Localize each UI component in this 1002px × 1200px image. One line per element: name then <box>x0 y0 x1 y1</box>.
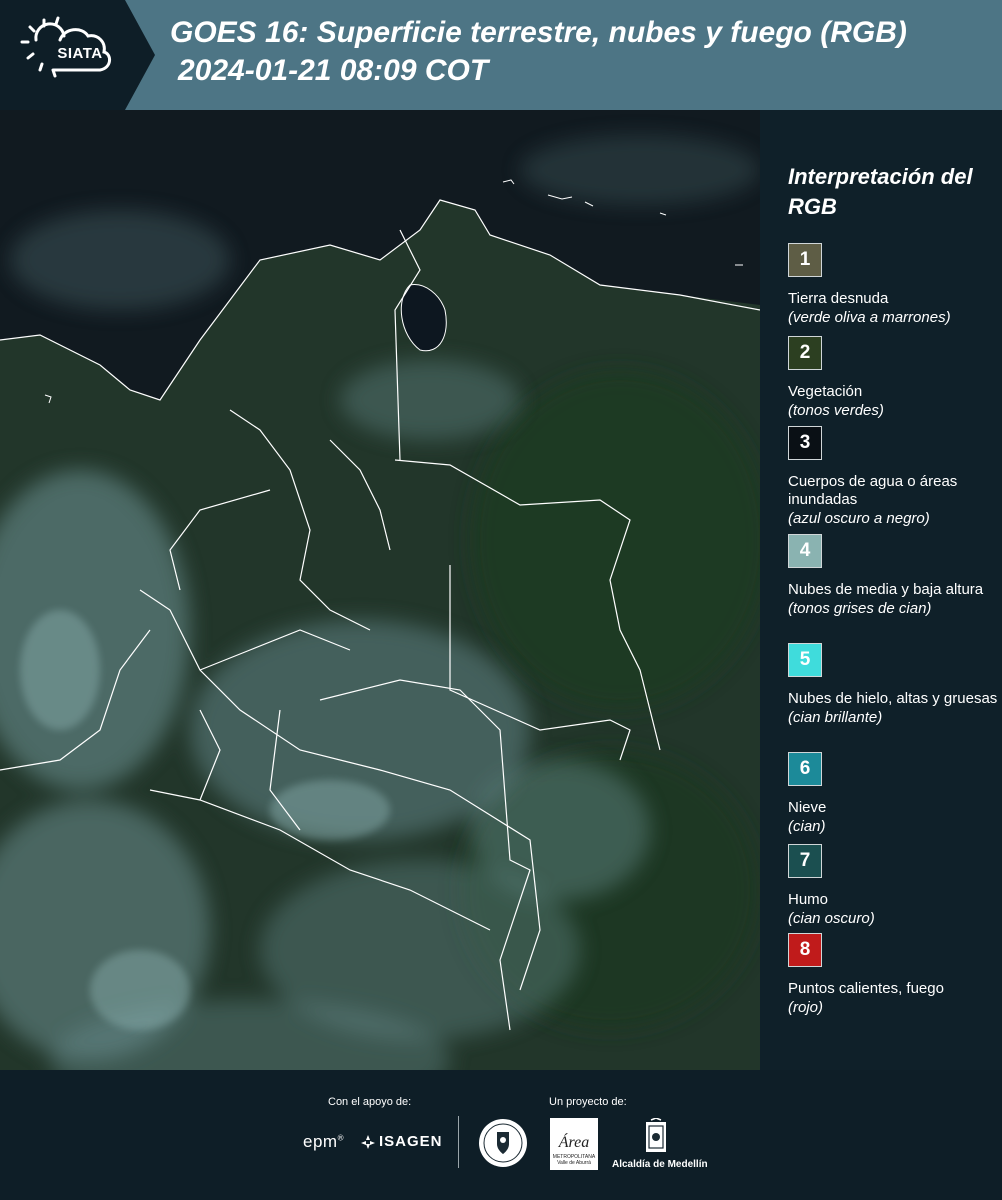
legend-item-nubes-media: 4 Nubes de media y baja altura (tonos gr… <box>788 534 998 619</box>
legend-item-nieve: 6 Nieve (cian) <box>788 752 998 837</box>
medellin-crest-icon[interactable] <box>643 1118 669 1156</box>
legend-swatch-4: 4 <box>788 534 822 568</box>
legend-item-vegetacion: 2 Vegetación (tonos verdes) <box>788 336 998 421</box>
legend-item-desc: (cian brillante) <box>788 709 883 726</box>
page-title: GOES 16: Superficie terrestre, nubes y f… <box>170 16 907 49</box>
isagen-mark-icon <box>361 1134 375 1149</box>
legend-item-desc: (rojo) <box>788 999 824 1016</box>
isagen-logo[interactable]: ISAGEN <box>360 1133 443 1150</box>
legend-item-fuego: 8 Puntos calientes, fuego (rojo) <box>788 933 998 1018</box>
legend-swatch-6: 6 <box>788 752 822 786</box>
legend-item-label: Tierra desnuda <box>788 290 889 307</box>
satellite-map[interactable] <box>0 110 760 1070</box>
legend-item-desc: (verde oliva a marrones) <box>788 309 951 326</box>
footer-divider <box>458 1116 459 1168</box>
university-seal-icon[interactable] <box>478 1118 528 1168</box>
legend-item-label: Cuerpos de agua o áreas inundadas <box>788 473 958 508</box>
legend-item-desc: (cian) <box>788 818 826 835</box>
legend-item-label: Nubes de media y baja altura <box>788 581 984 598</box>
legend-item-humo: 7 Humo (cian oscuro) <box>788 844 998 929</box>
legend-item-label: Puntos calientes, fuego <box>788 980 944 997</box>
legend-title: Interpretación del RGB <box>788 164 973 219</box>
map-graphic <box>0 110 760 1070</box>
area-logo-subtext: METROPOLITANA Valle de Aburrá <box>552 1154 596 1166</box>
area-logo-text: Área <box>558 1134 590 1151</box>
legend-swatch-7: 7 <box>788 844 822 878</box>
legend-item-cuerpos-de-agua: 3 Cuerpos de agua o áreas inundadas (azu… <box>788 426 998 529</box>
epm-logo-text: epm <box>303 1132 338 1151</box>
legend-item-desc: (tonos grises de cian) <box>788 600 932 617</box>
legend-item-label: Humo <box>788 891 829 908</box>
page-timestamp: 2024-01-21 08:09 COT <box>178 54 489 87</box>
footer-sponsors: Con el apoyo de: Un proyecto de: epm® IS… <box>0 1070 1002 1200</box>
legend-item-desc: (cian oscuro) <box>788 910 875 927</box>
legend-swatch-1: 1 <box>788 243 822 277</box>
header-bar: SIATA GOES 16: Superficie terrestre, nub… <box>0 0 1002 110</box>
legend-item-label: Nieve <box>788 799 827 816</box>
legend-swatch-5: 5 <box>788 643 822 677</box>
epm-registered-mark: ® <box>337 1133 344 1143</box>
legend-panel: Interpretación del RGB 1 Tierra desnuda … <box>760 110 1002 1070</box>
isagen-logo-text: ISAGEN <box>379 1133 443 1150</box>
legend-swatch-2: 2 <box>788 336 822 370</box>
epm-logo[interactable]: epm® <box>303 1132 344 1152</box>
alcaldia-logo-text: Alcaldía de Medellín <box>612 1159 708 1170</box>
legend-item-tierra-desnuda: 1 Tierra desnuda (verde oliva a marrones… <box>788 243 998 328</box>
legend-item-desc: (tonos verdes) <box>788 402 884 419</box>
legend-item-label: Vegetación <box>788 383 863 400</box>
legend-item-desc: (azul oscuro a negro) <box>788 510 930 527</box>
legend-item-nubes-hielo: 5 Nubes de hielo, altas y gruesas (cian … <box>788 643 998 728</box>
area-metropolitana-logo[interactable]: Área METROPOLITANA Valle de Aburrá <box>550 1118 598 1170</box>
siata-logo-text: SIATA <box>57 45 103 62</box>
siata-logo[interactable]: SIATA <box>0 0 155 110</box>
legend-swatch-3: 3 <box>788 426 822 460</box>
support-label: Con el apoyo de: <box>328 1096 412 1108</box>
legend-swatch-8: 8 <box>788 933 822 967</box>
project-label: Un proyecto de: <box>549 1096 627 1108</box>
legend-item-label: Nubes de hielo, altas y gruesas <box>788 690 998 707</box>
